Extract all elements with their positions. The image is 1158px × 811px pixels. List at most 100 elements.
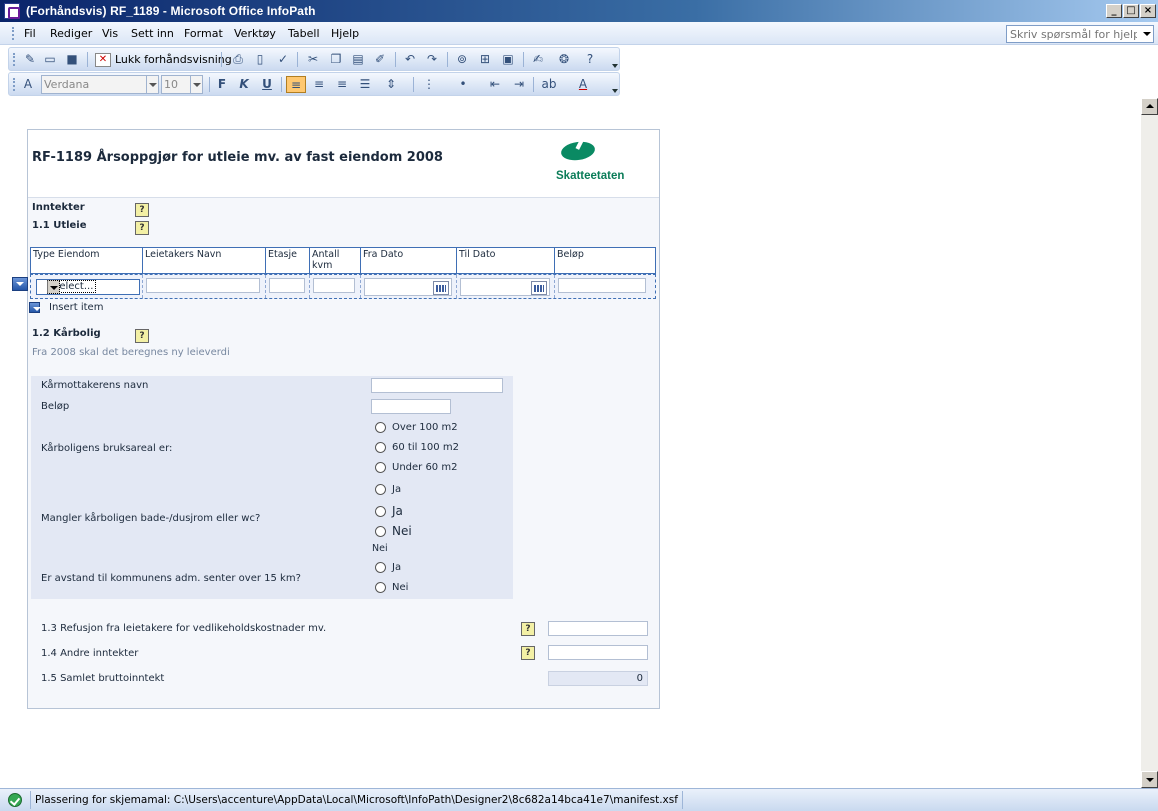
radio-icon[interactable] xyxy=(375,505,386,517)
leietakers-navn-input[interactable] xyxy=(146,278,260,293)
insert-item-link[interactable]: Insert item xyxy=(49,302,103,313)
help-question-input[interactable] xyxy=(1007,26,1137,42)
save-icon[interactable]: ■ xyxy=(63,51,81,67)
etasje-input[interactable] xyxy=(269,278,305,293)
align-left-icon[interactable]: ≡ xyxy=(286,76,306,93)
styles-icon[interactable]: A xyxy=(19,76,37,92)
help-icon[interactable]: ? xyxy=(135,221,149,235)
radio-icon[interactable] xyxy=(375,525,386,537)
help-icon[interactable]: ? xyxy=(135,329,149,343)
align-center-icon[interactable]: ≡ xyxy=(309,76,329,93)
decrease-indent-icon[interactable]: ⇤ xyxy=(485,76,505,93)
design-form-icon[interactable]: ✎ xyxy=(21,51,39,67)
align-right-icon[interactable]: ≡ xyxy=(332,76,352,93)
refusjon-input[interactable] xyxy=(548,621,648,636)
scroll-down-icon[interactable] xyxy=(1141,771,1158,788)
minimize-button[interactable]: _ xyxy=(1106,4,1122,18)
menu-grip[interactable] xyxy=(12,27,15,40)
copy-icon[interactable]: ❐ xyxy=(327,51,345,67)
italic-button[interactable]: K xyxy=(234,76,254,93)
menu-verktoy[interactable]: Verktøy xyxy=(234,27,276,40)
numbering-icon[interactable]: ⋮ xyxy=(419,76,439,93)
menu-hjelp[interactable]: Hjelp xyxy=(331,27,359,40)
hyperlink-icon[interactable]: ⊚ xyxy=(453,51,471,67)
chevron-down-icon[interactable] xyxy=(47,280,60,294)
close-button[interactable]: × xyxy=(1140,4,1156,18)
font-size-select[interactable]: 10 xyxy=(161,75,203,94)
font-color-icon[interactable]: A xyxy=(573,76,593,93)
bath-option-nei[interactable]: Nei xyxy=(375,524,412,538)
radio-icon[interactable] xyxy=(375,562,386,573)
close-preview-button[interactable]: ✕ Lukk forhåndsvisning xyxy=(95,50,232,69)
menu-vis[interactable]: Vis xyxy=(102,27,118,40)
toolbar-grip[interactable] xyxy=(13,53,16,66)
toolbar-grip[interactable] xyxy=(13,78,16,91)
radio-icon[interactable] xyxy=(375,422,386,433)
area-option-under-60[interactable]: Under 60 m2 xyxy=(375,462,457,473)
distance-option-ja[interactable]: Ja xyxy=(375,562,401,573)
toolbar-options-icon[interactable] xyxy=(612,64,618,68)
menu-fil[interactable]: Fil xyxy=(24,27,36,40)
help-icon[interactable]: ? xyxy=(581,51,599,67)
insert-item-icon[interactable] xyxy=(29,302,41,313)
undo-icon[interactable]: ↶ xyxy=(401,51,419,67)
area-option-over-100[interactable]: Over 100 m2 xyxy=(375,422,458,433)
area-option-60-100[interactable]: 60 til 100 m2 xyxy=(375,442,459,453)
paste-icon[interactable]: ▤ xyxy=(349,51,367,67)
radio-icon[interactable] xyxy=(375,484,386,495)
help-icon[interactable]: ? xyxy=(521,646,535,660)
cut-icon[interactable]: ✂ xyxy=(304,51,322,67)
chevron-down-icon[interactable] xyxy=(1143,32,1151,36)
bold-button[interactable]: F xyxy=(212,76,232,93)
spelling-icon[interactable]: ✓ xyxy=(274,51,292,67)
chevron-down-icon[interactable] xyxy=(146,76,158,93)
bath-option-ja-small[interactable]: Ja xyxy=(375,484,401,495)
redo-icon[interactable]: ↷ xyxy=(423,51,441,67)
insert-picture-icon[interactable]: ▣ xyxy=(499,51,517,67)
karmottaker-name-input[interactable] xyxy=(371,378,503,393)
radio-icon[interactable] xyxy=(375,582,386,593)
menu-format[interactable]: Format xyxy=(184,27,223,40)
chevron-down-icon[interactable] xyxy=(190,76,202,93)
underline-button[interactable]: U xyxy=(257,76,277,93)
digital-signature-icon[interactable]: ✍ xyxy=(529,51,547,67)
fra-dato-input[interactable] xyxy=(364,278,452,296)
til-dato-input[interactable] xyxy=(460,278,550,296)
bullets-icon[interactable]: • xyxy=(453,76,473,93)
radio-icon[interactable] xyxy=(375,442,386,453)
help-icon[interactable]: ? xyxy=(135,203,149,217)
vertical-scrollbar[interactable] xyxy=(1141,98,1158,788)
maximize-button[interactable]: □ xyxy=(1123,4,1139,18)
open-folder-icon[interactable]: ▭ xyxy=(41,51,59,67)
toolbar-options-icon[interactable] xyxy=(612,89,618,93)
type-eiendom-select[interactable]: Select... xyxy=(36,279,140,295)
infopath-app-icon[interactable] xyxy=(4,3,20,19)
distance-option-nei[interactable]: Nei xyxy=(375,582,408,593)
line-spacing-icon[interactable]: ⇕ xyxy=(381,76,401,93)
menu-rediger[interactable]: Rediger xyxy=(50,27,92,40)
karbolig-amount-input[interactable] xyxy=(371,399,451,414)
justify-icon[interactable]: ☰ xyxy=(355,76,375,93)
font-name-select[interactable]: Verdana xyxy=(41,75,159,94)
belop-input[interactable] xyxy=(558,278,646,293)
print-preview-icon[interactable]: ▯ xyxy=(251,51,269,67)
format-painter-icon[interactable]: ✐ xyxy=(371,51,389,67)
row-options-icon[interactable] xyxy=(12,277,28,291)
menu-sett-inn[interactable]: Sett inn xyxy=(131,27,174,40)
scroll-up-icon[interactable] xyxy=(1141,98,1158,115)
help-question-box[interactable] xyxy=(1006,25,1154,43)
increase-indent-icon[interactable]: ⇥ xyxy=(509,76,529,93)
highlight-icon[interactable]: ab xyxy=(539,76,559,93)
print-icon[interactable]: ⎙ xyxy=(229,51,247,67)
permission-icon[interactable]: ❂ xyxy=(555,51,573,67)
andre-inntekter-input[interactable] xyxy=(548,645,648,660)
calendar-icon[interactable] xyxy=(433,281,449,295)
bath-option-ja[interactable]: Ja xyxy=(375,504,403,518)
radio-label: Nei xyxy=(392,582,409,593)
antall-kvm-input[interactable] xyxy=(313,278,355,293)
insert-table-icon[interactable]: ⊞ xyxy=(476,51,494,67)
menu-tabell[interactable]: Tabell xyxy=(288,27,320,40)
help-icon[interactable]: ? xyxy=(521,622,535,636)
radio-icon[interactable] xyxy=(375,462,386,473)
calendar-icon[interactable] xyxy=(531,281,547,295)
